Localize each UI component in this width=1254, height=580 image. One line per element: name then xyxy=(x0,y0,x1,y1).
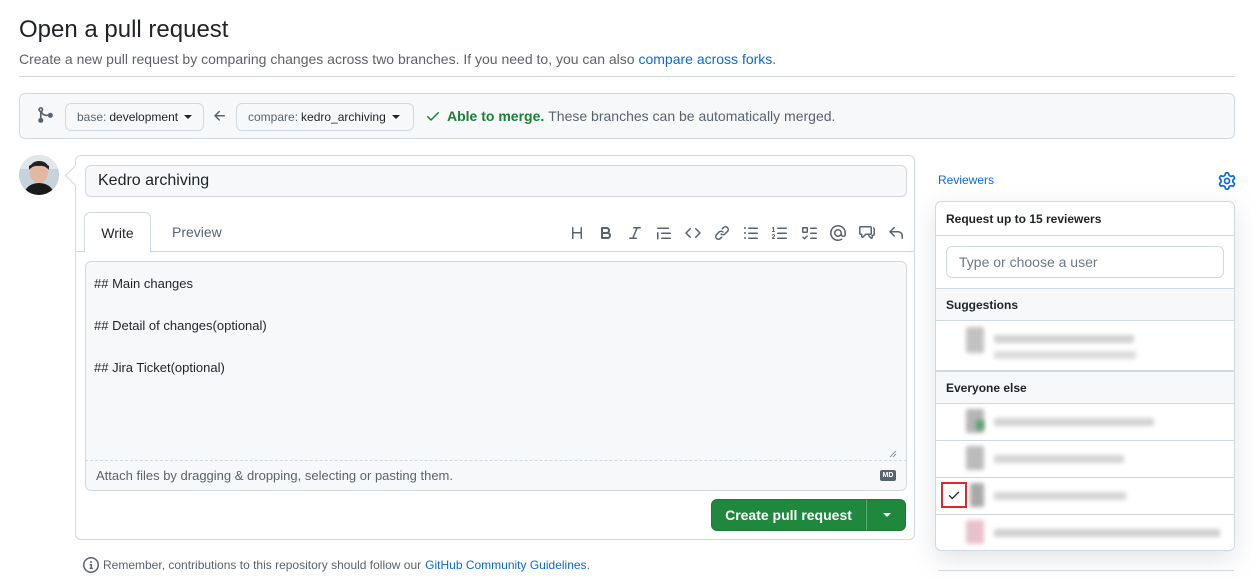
reviewer-name-redacted xyxy=(994,418,1154,426)
caret-down-icon xyxy=(391,115,400,119)
code-icon[interactable] xyxy=(680,222,705,244)
reviewer-list-item[interactable] xyxy=(936,441,1234,478)
cross-reference-icon[interactable] xyxy=(854,222,879,244)
create-pull-request-button[interactable]: Create pull request xyxy=(711,499,866,531)
arrow-left-icon xyxy=(214,110,225,121)
merge-status: Able to merge. These branches can be aut… xyxy=(425,108,835,124)
reviewer-login-redacted xyxy=(994,351,1136,359)
guidelines-note: Remember, contributions to this reposito… xyxy=(83,557,590,573)
reviewer-name-redacted xyxy=(994,529,1220,537)
italic-icon[interactable] xyxy=(622,222,647,244)
undo-icon[interactable] xyxy=(883,222,908,244)
compare-bar: base: development compare: kedro_archiving… xyxy=(19,93,1235,139)
reviewers-title[interactable]: Reviewers xyxy=(938,173,994,187)
reviewer-list-item[interactable] xyxy=(936,404,1234,441)
mention-icon[interactable] xyxy=(825,222,850,244)
title-divider xyxy=(19,76,1235,77)
everyone-else-header: Everyone else xyxy=(936,371,1234,404)
reviewer-search-input[interactable] xyxy=(946,246,1224,278)
reviewer-list-item-selected[interactable] xyxy=(936,478,1234,515)
community-guidelines-link[interactable]: GitHub Community Guidelines xyxy=(425,558,586,572)
compare-arrows-icon xyxy=(38,107,53,123)
merge-status-text: These branches can be automatically merg… xyxy=(548,108,836,124)
popover-header: Request up to 15 reviewers xyxy=(936,202,1234,236)
compare-branch-name: kedro_archiving xyxy=(301,110,386,124)
check-icon xyxy=(427,112,439,121)
gear-icon[interactable] xyxy=(1218,172,1236,190)
create-options-dropdown[interactable] xyxy=(866,499,906,531)
info-icon xyxy=(83,557,99,573)
avatar xyxy=(966,520,984,544)
task-list-icon[interactable] xyxy=(796,222,821,244)
compare-prefix: compare: xyxy=(248,110,299,124)
avatar xyxy=(966,327,984,353)
sidebar-divider xyxy=(938,570,1234,571)
subtitle-end: . xyxy=(772,51,777,67)
pr-body-textarea[interactable]: ## Main changes ## Detail of changes(opt… xyxy=(85,261,907,461)
subtitle-text: Create a new pull request by comparing c… xyxy=(19,51,639,67)
base-prefix: base: xyxy=(77,110,107,124)
ordered-list-icon[interactable] xyxy=(767,222,792,244)
avatar xyxy=(966,446,984,470)
avatar xyxy=(970,483,984,507)
heading-icon[interactable] xyxy=(564,222,589,244)
markdown-icon[interactable]: MD xyxy=(880,470,896,481)
pr-editor: Kedro archiving Write Preview ## Main ch… xyxy=(75,155,915,540)
attach-hint: Attach files by dragging & dropping, sel… xyxy=(96,468,453,483)
compare-branch-button[interactable]: compare: kedro_archiving xyxy=(236,103,414,131)
reviewer-list-item[interactable] xyxy=(936,515,1234,550)
compare-forks-link[interactable]: compare across forks xyxy=(638,51,772,67)
guidelines-end: . xyxy=(586,558,590,572)
suggestions-header: Suggestions xyxy=(936,288,1234,321)
check-icon xyxy=(948,491,960,500)
caret-down-icon xyxy=(883,513,891,517)
avatar-accent xyxy=(976,420,984,430)
link-icon[interactable] xyxy=(709,222,734,244)
selected-check-highlight xyxy=(941,482,967,508)
reviewers-popover: Request up to 15 reviewers Suggestions E… xyxy=(935,201,1235,551)
base-branch-name: development xyxy=(109,110,179,124)
reviewer-name-redacted xyxy=(994,492,1126,500)
markdown-toolbar xyxy=(564,222,908,244)
base-branch-button[interactable]: base: development xyxy=(65,103,204,131)
quote-icon[interactable] xyxy=(651,222,676,244)
bold-icon[interactable] xyxy=(593,222,618,244)
tab-write[interactable]: Write xyxy=(84,212,151,253)
editor-tabs: Write Preview xyxy=(76,212,914,253)
caret-down-icon xyxy=(184,115,193,119)
reviewer-name-redacted xyxy=(994,455,1124,463)
reviewer-name-redacted xyxy=(994,335,1134,343)
attach-files-bar[interactable]: Attach files by dragging & dropping, sel… xyxy=(85,461,907,491)
guidelines-text: Remember, contributions to this reposito… xyxy=(103,558,422,572)
unordered-list-icon[interactable] xyxy=(738,222,763,244)
resize-grip-icon[interactable] xyxy=(889,450,897,458)
tab-preview[interactable]: Preview xyxy=(156,212,238,252)
pr-title-input[interactable]: Kedro archiving xyxy=(85,165,907,197)
page-title: Open a pull request xyxy=(19,16,229,43)
avatar-image xyxy=(19,155,59,195)
avatar[interactable] xyxy=(19,155,59,195)
reviewer-suggestion-item[interactable] xyxy=(936,321,1234,371)
merge-status-ok: Able to merge. xyxy=(447,108,545,124)
page-subtitle: Create a new pull request by comparing c… xyxy=(19,51,776,67)
